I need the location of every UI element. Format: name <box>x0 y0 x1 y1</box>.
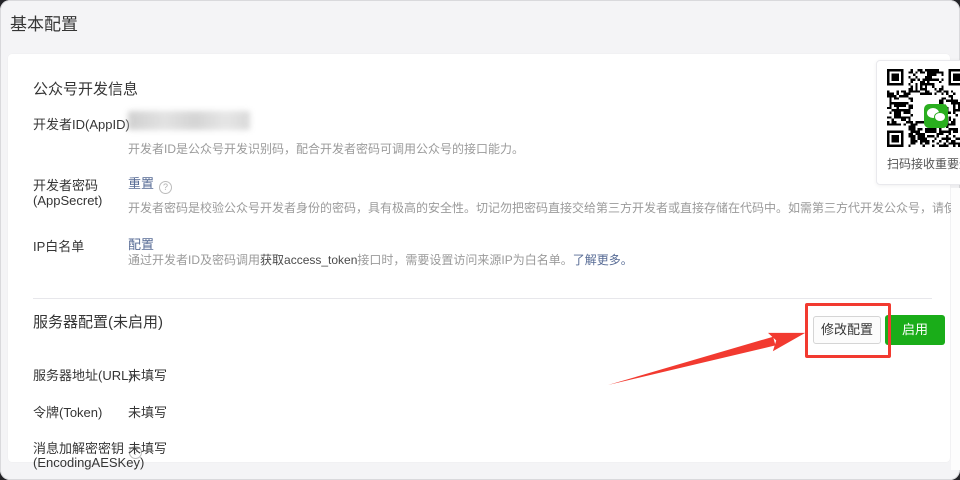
config-card: 公众号开发信息 开发者ID(AppID) 开发者ID是公众号开发识别码，配合开发… <box>8 54 950 462</box>
access-token-link[interactable]: 获取access_token <box>260 253 357 267</box>
server-config-section-title: 服务器配置(未启用) <box>33 311 163 332</box>
configure-ip-whitelist-link[interactable]: 配置 <box>128 237 154 252</box>
appsecret-label-line2: (AppSecret) <box>33 193 102 208</box>
appid-value-redacted <box>128 111 250 130</box>
ip-desc-middle: 接口时，需要设置访问来源IP为白名单。 <box>357 253 572 267</box>
modify-config-button[interactable]: 修改配置 <box>813 316 881 344</box>
page-title: 基本配置 <box>10 10 78 35</box>
aeskey-label-text: 消息加解密密钥 <box>33 441 124 456</box>
appsecret-actions: 重置? <box>128 173 172 194</box>
appsecret-desc: 开发者密码是校验公众号开发者身份的密码，具有极高的安全性。切记勿把密码直接交给第… <box>128 199 960 216</box>
qr-caption: 扫码接收重要通知 <box>887 155 960 172</box>
wechat-bubble-small <box>935 113 945 121</box>
token-label: 令牌(Token) <box>33 402 102 421</box>
learn-more-link[interactable]: 了解更多。 <box>573 253 633 267</box>
reset-appsecret-link[interactable]: 重置 <box>128 176 154 191</box>
enable-button[interactable]: 启用 <box>885 315 945 345</box>
scrollbar[interactable] <box>951 188 960 470</box>
aeskey-value: 未填写 <box>128 438 167 457</box>
appid-label: 开发者ID(AppID) <box>33 114 130 133</box>
aeskey-label-line2: (EncodingAESKey) <box>33 455 144 470</box>
server-url-label: 服务器地址(URL) <box>33 365 133 384</box>
ip-whitelist-desc: 通过开发者ID及密码调用获取access_token接口时，需要设置访问来源IP… <box>128 251 633 268</box>
dev-info-section-title: 公众号开发信息 <box>33 78 138 99</box>
appid-desc: 开发者ID是公众号开发识别码，配合开发者密码可调用公众号的接口能力。 <box>128 140 524 157</box>
section-divider <box>33 298 932 299</box>
appsecret-label-line1: 开发者密码 <box>33 175 98 194</box>
wechat-logo-icon <box>924 104 948 128</box>
ip-whitelist-label: IP白名单 <box>33 236 84 255</box>
appsecret-help-icon[interactable]: ? <box>159 181 172 194</box>
token-value: 未填写 <box>128 402 167 421</box>
ip-desc-prefix: 通过开发者ID及密码调用 <box>128 253 260 267</box>
server-url-value: 未填写 <box>128 365 167 384</box>
qr-code <box>887 69 960 147</box>
basic-config-page: 基本配置 公众号开发信息 开发者ID(AppID) 开发者ID是公众号开发识别码… <box>0 0 960 480</box>
qr-notice-panel: 扫码接收重要通知 <box>876 60 960 185</box>
